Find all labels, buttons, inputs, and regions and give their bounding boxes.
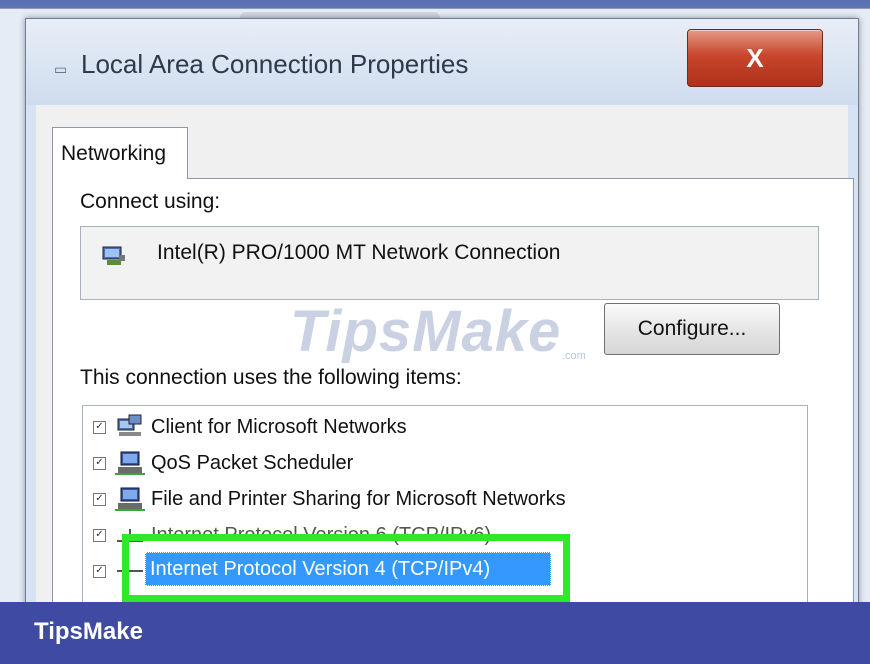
item-label: Client for Microsoft Networks [151,415,407,438]
watermark-suffix: .com [562,350,586,362]
items-label: This connection uses the following items… [80,366,462,389]
list-item[interactable]: ✓ QoS Packet Scheduler [83,446,803,480]
connection-icon: ▭ [54,61,68,77]
brand-logo-text: TipsMake [34,618,143,645]
list-item[interactable]: ✓ File and Printer Sharing for Microsoft… [83,482,803,516]
tab-networking[interactable]: Networking [52,127,188,179]
footer-bar: TipsMake [0,602,870,664]
selected-item-label[interactable]: Internet Protocol Version 4 (TCP/IPv4) [145,552,551,586]
configure-button[interactable]: Configure... [604,303,780,355]
adapter-field[interactable]: Intel(R) PRO/1000 MT Network Connection [80,226,819,300]
item-label: QoS Packet Scheduler [151,451,354,474]
adapter-name: Intel(R) PRO/1000 MT Network Connection [157,241,561,264]
checkbox[interactable]: ✓ [93,528,106,542]
checkbox[interactable]: ✓ [93,420,106,434]
checkbox[interactable]: ✓ [93,564,106,578]
checkbox[interactable]: ✓ [93,492,106,506]
item-label: File and Printer Sharing for Microsoft N… [151,487,566,510]
computer-icon [115,487,145,511]
network-adapter-icon [102,246,125,265]
title-bar[interactable]: ▭ Local Area Connection Properties X [26,19,858,105]
window-title: Local Area Connection Properties [81,49,469,79]
close-button[interactable]: X [687,29,823,87]
checkbox[interactable]: ✓ [93,456,106,470]
list-item[interactable]: ✓ Client for Microsoft Networks [83,410,803,444]
connect-using-label: Connect using: [80,190,221,213]
watermark-text: TipsMake [290,299,562,364]
network-client-icon [117,414,142,436]
computer-icon [115,451,145,475]
